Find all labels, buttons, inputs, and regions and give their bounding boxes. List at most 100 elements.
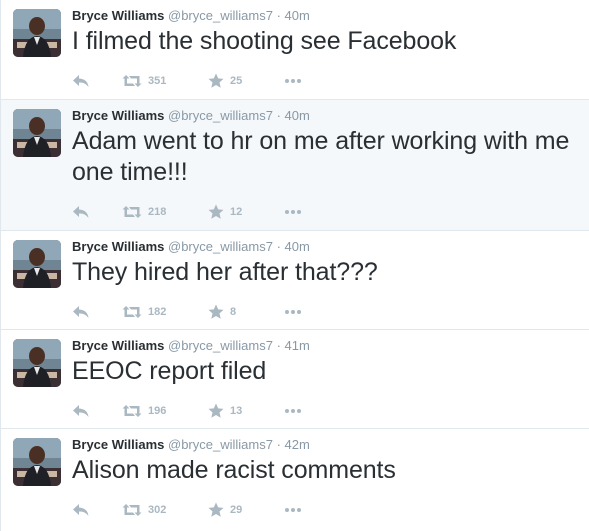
reply-button[interactable]: [72, 303, 122, 321]
author-handle[interactable]: @bryce_williams7: [168, 239, 273, 254]
more-button[interactable]: [284, 203, 302, 221]
star-icon: [208, 73, 224, 88]
tweet-actions: 351 25: [72, 72, 302, 90]
tweet-header: Bryce Williams @bryce_williams7 · 40m: [72, 7, 310, 25]
timestamp[interactable]: 40m: [285, 239, 310, 254]
favorite-count: 25: [230, 75, 243, 87]
reply-button[interactable]: [72, 501, 122, 519]
timestamp[interactable]: 41m: [285, 338, 310, 353]
star-icon: [208, 204, 224, 219]
more-icon: [285, 310, 301, 314]
author-handle[interactable]: @bryce_williams7: [168, 338, 273, 353]
tweet[interactable]: Bryce Williams @bryce_williams7 · 42m Al…: [1, 429, 589, 531]
separator: ·: [276, 437, 281, 452]
retweet-icon: [122, 405, 142, 417]
tweet-header: Bryce Williams @bryce_williams7 · 42m: [72, 436, 310, 454]
author-name[interactable]: Bryce Williams: [72, 8, 164, 23]
separator: ·: [276, 239, 281, 254]
author-handle[interactable]: @bryce_williams7: [168, 108, 273, 123]
author-handle[interactable]: @bryce_williams7: [168, 8, 273, 23]
tweet-actions: 302 29: [72, 501, 302, 519]
star-icon: [208, 502, 224, 517]
tweet-actions: 218 12: [72, 203, 302, 221]
favorite-count: 13: [230, 405, 243, 417]
tweet-header: Bryce Williams @bryce_williams7 · 41m: [72, 337, 310, 355]
avatar-image: [13, 109, 61, 157]
retweet-button[interactable]: 351: [122, 72, 208, 90]
retweet-count: 351: [148, 75, 167, 87]
more-icon: [285, 508, 301, 512]
more-button[interactable]: [284, 501, 302, 519]
avatar[interactable]: [13, 9, 61, 57]
more-button[interactable]: [284, 303, 302, 321]
star-icon: [208, 304, 224, 319]
author-name[interactable]: Bryce Williams: [72, 108, 164, 123]
separator: ·: [276, 338, 281, 353]
tweet-text: They hired her after that???: [72, 258, 378, 286]
star-icon: [208, 403, 224, 418]
tweet-actions: 182 8: [72, 303, 302, 321]
favorite-count: 8: [230, 306, 237, 318]
avatar-image: [13, 9, 61, 57]
tweet-actions: 196 13: [72, 402, 302, 420]
reply-button[interactable]: [72, 402, 122, 420]
separator: ·: [276, 108, 281, 123]
more-icon: [285, 79, 301, 83]
reply-icon: [73, 405, 89, 417]
favorite-button[interactable]: 12: [208, 203, 284, 221]
retweet-button[interactable]: 302: [122, 501, 208, 519]
avatar-image: [13, 240, 61, 288]
favorite-button[interactable]: 8: [208, 303, 284, 321]
author-handle[interactable]: @bryce_williams7: [168, 437, 273, 452]
avatar[interactable]: [13, 240, 61, 288]
avatar[interactable]: [13, 339, 61, 387]
retweet-icon: [122, 206, 142, 218]
retweet-icon: [122, 75, 142, 87]
retweet-button[interactable]: 182: [122, 303, 208, 321]
more-button[interactable]: [284, 402, 302, 420]
retweet-count: 218: [148, 206, 167, 218]
retweet-count: 182: [148, 306, 167, 318]
author-name[interactable]: Bryce Williams: [72, 338, 164, 353]
favorite-button[interactable]: 13: [208, 402, 284, 420]
avatar-image: [13, 438, 61, 486]
retweet-count: 196: [148, 405, 167, 417]
tweet[interactable]: Bryce Williams @bryce_williams7 · 40m Th…: [1, 231, 589, 330]
timestamp[interactable]: 42m: [285, 437, 310, 452]
reply-button[interactable]: [72, 203, 122, 221]
tweet-header: Bryce Williams @bryce_williams7 · 40m: [72, 107, 310, 125]
favorite-button[interactable]: 29: [208, 501, 284, 519]
avatar-image: [13, 339, 61, 387]
retweet-button[interactable]: 196: [122, 402, 208, 420]
reply-icon: [73, 306, 89, 318]
more-button[interactable]: [284, 72, 302, 90]
retweet-button[interactable]: 218: [122, 203, 208, 221]
retweet-icon: [122, 306, 142, 318]
tweet-timeline: Bryce Williams @bryce_williams7 · 40m I …: [0, 0, 589, 531]
timestamp[interactable]: 40m: [285, 8, 310, 23]
tweet-text: EEOC report filed: [72, 357, 267, 385]
tweet-text: I filmed the shooting see Facebook: [72, 27, 457, 55]
retweet-count: 302: [148, 504, 167, 516]
timestamp[interactable]: 40m: [285, 108, 310, 123]
avatar[interactable]: [13, 109, 61, 157]
more-icon: [285, 210, 301, 214]
retweet-icon: [122, 504, 142, 516]
tweet[interactable]: Bryce Williams @bryce_williams7 · 41m EE…: [1, 330, 589, 429]
more-icon: [285, 409, 301, 413]
reply-icon: [73, 206, 89, 218]
tweet-text: Adam went to hr on me after working with…: [72, 127, 570, 186]
reply-icon: [73, 504, 89, 516]
author-name[interactable]: Bryce Williams: [72, 437, 164, 452]
author-name[interactable]: Bryce Williams: [72, 239, 164, 254]
separator: ·: [276, 8, 281, 23]
reply-icon: [73, 75, 89, 87]
favorite-button[interactable]: 25: [208, 72, 284, 90]
tweet-text: Alison made racist comments: [72, 456, 396, 484]
tweet[interactable]: Bryce Williams @bryce_williams7 · 40m Ad…: [1, 100, 589, 231]
tweet[interactable]: Bryce Williams @bryce_williams7 · 40m I …: [1, 0, 589, 100]
reply-button[interactable]: [72, 72, 122, 90]
favorite-count: 29: [230, 504, 243, 516]
favorite-count: 12: [230, 206, 243, 218]
avatar[interactable]: [13, 438, 61, 486]
